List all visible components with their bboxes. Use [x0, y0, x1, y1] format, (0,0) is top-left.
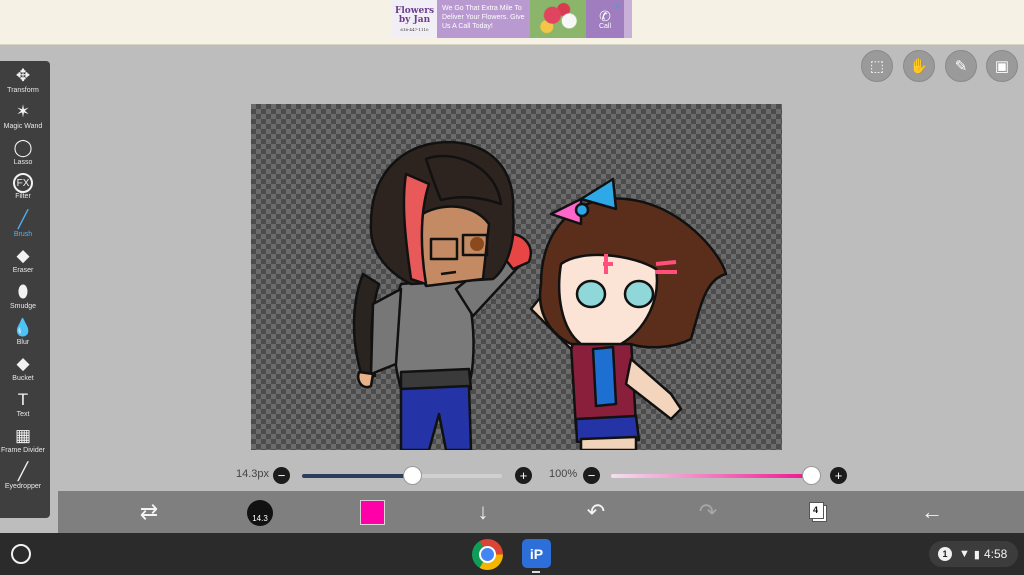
blur-drop-icon: 💧 — [12, 318, 34, 337]
ad-text: We Go That Extra Mile To Deliver Your Fl… — [437, 0, 530, 38]
tool-label: Lasso — [13, 159, 33, 166]
size-increase-button[interactable]: + — [515, 467, 532, 484]
chrome-icon[interactable] — [472, 539, 503, 570]
opacity-label: 100% — [549, 468, 578, 480]
ad-banner-bar: Flowers by Jan 616-447-1110 We Go That E… — [0, 0, 1024, 45]
active-app-indicator — [532, 571, 540, 573]
tool-text[interactable]: T Text — [0, 389, 46, 425]
canvas-artwork — [352, 140, 728, 450]
brush-size-label: 14.3px — [236, 468, 270, 480]
opacity-slider-track[interactable] — [611, 474, 811, 478]
ad-banner[interactable]: Flowers by Jan 616-447-1110 We Go That E… — [392, 0, 632, 38]
wifi-icon: ▼ — [959, 548, 970, 560]
hand-icon[interactable]: ✋ — [903, 50, 935, 82]
tool-label: Filter — [15, 193, 31, 200]
ad-call-button[interactable]: ▷ ✆ Call — [586, 0, 624, 38]
move-arrows-icon: ✥ — [15, 66, 31, 85]
opacity-decrease-button[interactable]: − — [583, 467, 600, 484]
notification-count-badge: 1 — [938, 547, 952, 561]
brush-size-button[interactable]: 14.3 — [247, 500, 273, 526]
tool-label: Brush — [13, 231, 33, 238]
tool-smudge[interactable]: ⬮ Smudge — [0, 281, 46, 317]
tool-magic-wand[interactable]: ✶ Magic Wand — [0, 101, 46, 137]
swap-icon[interactable]: ⇄ — [136, 491, 162, 533]
tool-eyedropper[interactable]: ╱ Eyedropper — [0, 461, 46, 497]
size-slider-knob[interactable] — [403, 466, 422, 485]
tool-eraser[interactable]: ◆ Eraser — [0, 245, 46, 281]
eraser-icon: ◆ — [16, 246, 30, 265]
size-slider-fill — [302, 474, 412, 478]
drawing-canvas[interactable] — [251, 104, 782, 450]
tool-bucket[interactable]: ◆ Bucket — [0, 353, 46, 389]
brush-icon: ╱ — [17, 210, 29, 229]
redo-icon[interactable]: ↷ — [695, 491, 721, 533]
bucket-icon: ◆ — [16, 354, 30, 373]
tool-transform[interactable]: ✥ Transform — [0, 65, 46, 101]
eyedropper-icon: ╱ — [17, 462, 29, 481]
tool-label: Bucket — [12, 375, 34, 382]
frame-divider-icon: ▦ — [14, 426, 32, 445]
battery-icon: ▮ — [973, 548, 980, 561]
left-character — [352, 140, 532, 450]
layer-page-front: 4 — [809, 502, 824, 519]
phone-icon: ✆ — [599, 7, 611, 24]
ad-choices-icon[interactable]: ▷ — [616, 1, 622, 10]
opacity-increase-button[interactable]: + — [830, 467, 847, 484]
tool-label: Eyedropper — [4, 483, 42, 490]
back-icon[interactable]: ← — [919, 491, 945, 533]
layers-count: 4 — [813, 505, 819, 515]
ad-call-label: Call — [598, 22, 612, 30]
tool-brush[interactable]: ╱ Brush — [0, 209, 46, 245]
undo-icon[interactable]: ↶ — [583, 491, 609, 533]
tool-label: Frame Divider — [1, 447, 45, 454]
size-decrease-button[interactable]: − — [273, 467, 290, 484]
tool-label: Eraser — [12, 267, 34, 274]
launcher-circle-icon[interactable] — [11, 544, 31, 564]
ibis-paint-app-icon[interactable]: iP — [522, 539, 551, 568]
tool-filter[interactable]: FX Filter — [0, 173, 46, 209]
download-icon[interactable]: ↓ — [470, 491, 496, 533]
tool-lasso[interactable]: ◯ Lasso — [0, 137, 46, 173]
layers-icon[interactable]: 4 — [809, 502, 827, 522]
color-swatch[interactable] — [360, 500, 385, 525]
image-icon[interactable]: ▣ — [986, 50, 1018, 82]
text-icon: T — [17, 390, 29, 409]
ad-logo-phone: 616-447-1110 — [400, 26, 429, 32]
tool-label: Transform — [7, 87, 39, 94]
system-taskbar: iP 1 ▼ ▮ 4:58 — [0, 533, 1024, 575]
smudge-icon: ⬮ — [17, 282, 29, 301]
ruler-icon[interactable]: ✎ — [945, 50, 977, 82]
tool-sidebar: ✥ Transform ✶ Magic Wand ◯ Lasso FX Filter ╱ Brus… — [0, 61, 50, 518]
tool-label: Blur — [16, 339, 30, 346]
tool-label: Text — [16, 411, 30, 418]
tool-label: Smudge — [9, 303, 37, 310]
lasso-icon: ◯ — [13, 138, 33, 157]
ad-logo: Flowers by Jan 616-447-1110 — [392, 0, 437, 38]
right-character — [529, 177, 728, 450]
tool-frame-divider[interactable]: ▦ Frame Divider — [0, 425, 46, 461]
selection-icon[interactable]: ⬚ — [861, 50, 893, 82]
fx-icon: FX — [13, 173, 33, 193]
tool-label: Magic Wand — [3, 123, 43, 130]
brush-size-value: 14.3 — [252, 514, 268, 523]
clock: 4:58 — [983, 547, 1008, 561]
bottom-toolbar: ⇄ 14.3 ↓ ↶ ↷ 4 ← — [58, 491, 1024, 533]
opacity-slider-knob[interactable] — [802, 466, 821, 485]
ad-flowers-image — [530, 0, 586, 38]
ad-logo-line2: by Jan — [398, 14, 431, 25]
tool-blur[interactable]: 💧 Blur — [0, 317, 46, 353]
magic-wand-icon: ✶ — [15, 102, 31, 121]
status-tray[interactable]: 1 ▼ ▮ 4:58 — [929, 541, 1018, 567]
